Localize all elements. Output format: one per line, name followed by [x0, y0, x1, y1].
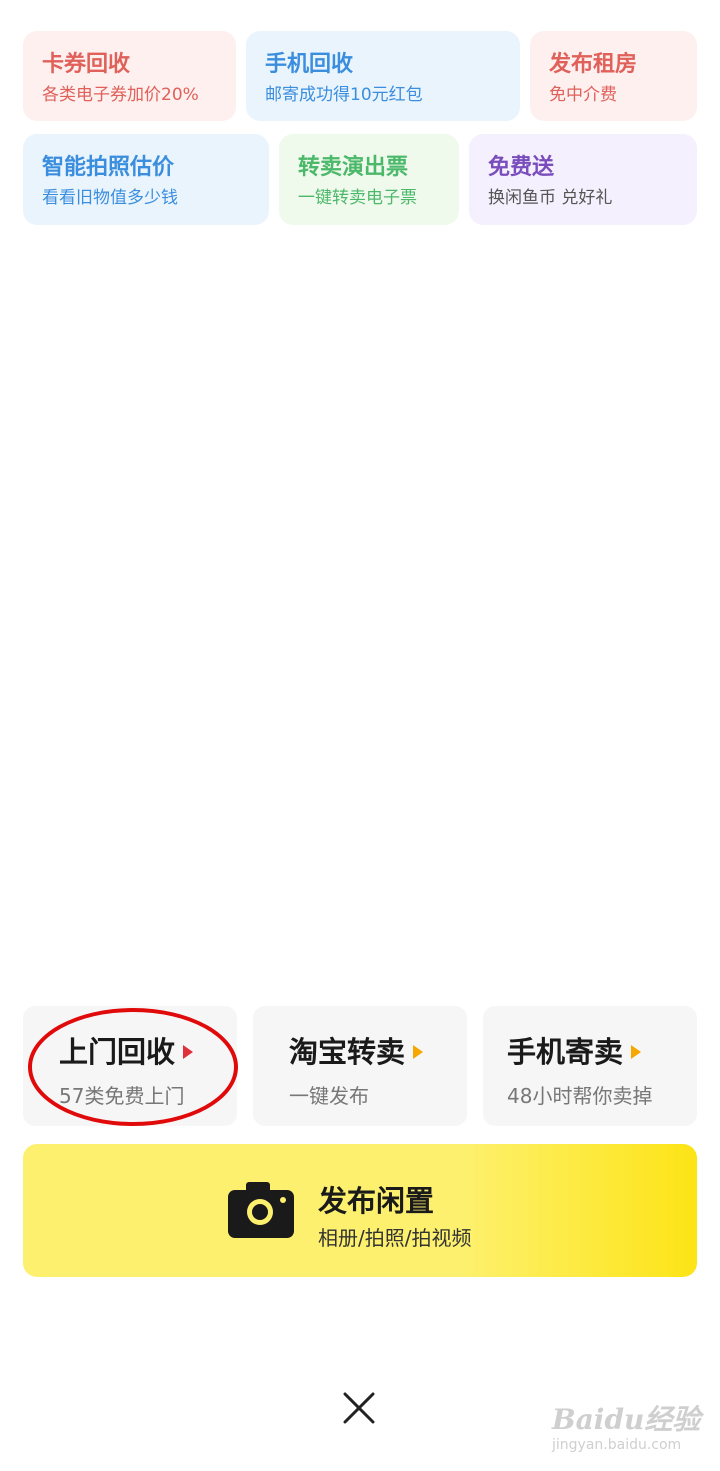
tile-phone-consign[interactable]: 手机寄卖 48小时帮你卖掉	[483, 1006, 697, 1126]
tile-taobao-resell[interactable]: 淘宝转卖 一键发布	[253, 1006, 467, 1126]
camera-icon	[228, 1182, 294, 1238]
card-subtitle: 一键转卖电子票	[298, 188, 417, 208]
card-title: 卡券回收	[42, 52, 131, 77]
tile-title: 淘宝转卖	[289, 1035, 406, 1069]
card-subtitle: 邮寄成功得10元红包	[265, 85, 423, 105]
card-photo-estimate[interactable]: 智能拍照估价 看看旧物值多少钱	[23, 134, 269, 225]
watermark-url: jingyan.baidu.com	[552, 1437, 682, 1453]
card-subtitle: 免中介费	[549, 85, 617, 105]
card-phone-recycle[interactable]: 手机回收 邮寄成功得10元红包	[246, 31, 520, 121]
card-coupon-recycle[interactable]: 卡券回收 各类电子券加价20%	[23, 31, 236, 121]
tile-subtitle: 48小时帮你卖掉	[507, 1084, 653, 1108]
card-publish-rental[interactable]: 发布租房 免中介费	[530, 31, 697, 121]
close-icon[interactable]	[342, 1391, 376, 1425]
tile-title: 手机寄卖	[507, 1035, 624, 1069]
card-title: 智能拍照估价	[42, 155, 175, 180]
publish-idle-button[interactable]: 发布闲置 相册/拍照/拍视频	[23, 1144, 697, 1277]
card-resell-tickets[interactable]: 转卖演出票 一键转卖电子票	[279, 134, 459, 225]
card-title: 转卖演出票	[298, 155, 409, 180]
card-title: 发布租房	[549, 52, 638, 77]
publish-title: 发布闲置	[318, 1184, 435, 1218]
publish-menu-page: 卡券回收 各类电子券加价20% 手机回收 邮寄成功得10元红包 发布租房 免中介…	[0, 0, 720, 1471]
card-subtitle: 各类电子券加价20%	[42, 85, 199, 105]
publish-subtitle: 相册/拍照/拍视频	[318, 1226, 472, 1250]
card-subtitle: 看看旧物值多少钱	[42, 188, 178, 208]
watermark-logo: Baidu经验	[552, 1403, 701, 1436]
arrow-right-icon	[631, 1045, 642, 1059]
tile-subtitle: 一键发布	[289, 1084, 369, 1108]
card-subtitle: 换闲鱼币 兑好礼	[488, 188, 613, 208]
arrow-right-icon	[413, 1045, 424, 1059]
card-title: 手机回收	[265, 52, 354, 77]
card-free-giveaway[interactable]: 免费送 换闲鱼币 兑好礼	[469, 134, 697, 225]
card-title: 免费送	[488, 155, 555, 180]
highlight-circle	[28, 1008, 238, 1126]
